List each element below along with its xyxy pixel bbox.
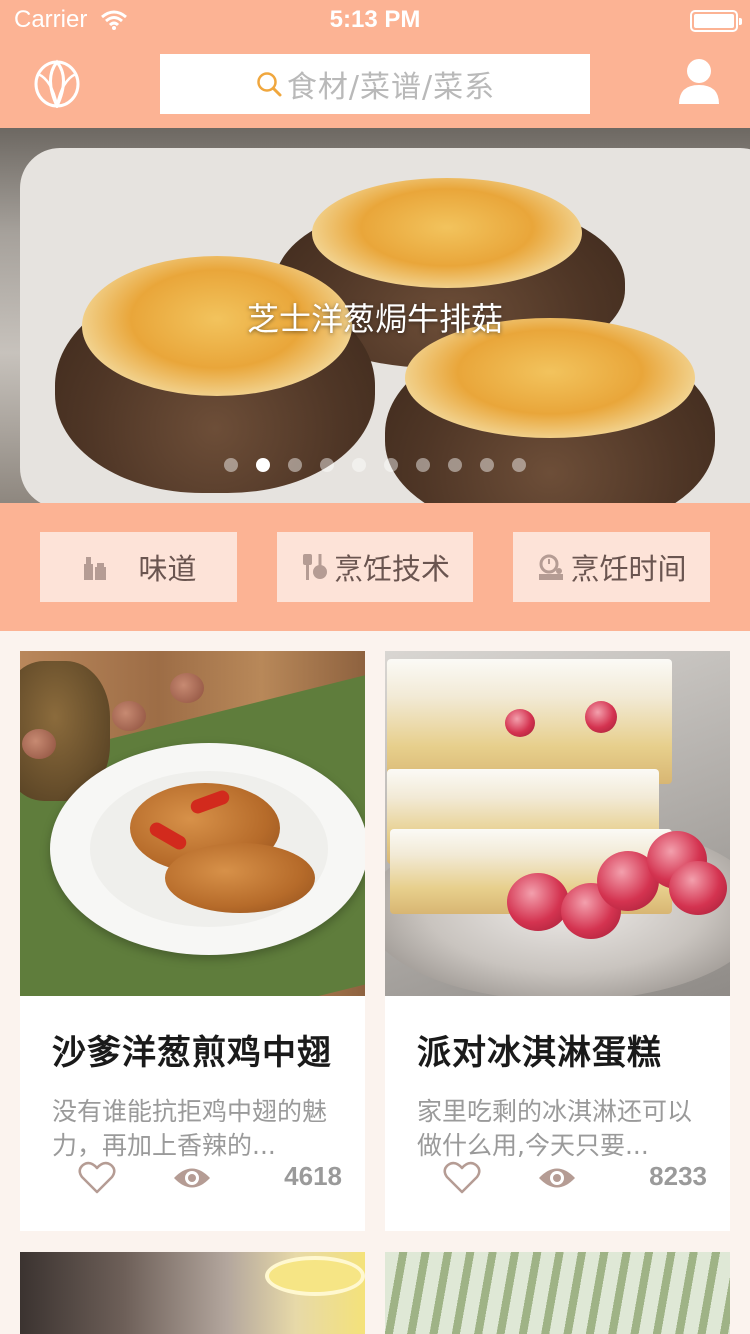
heart-icon[interactable] <box>443 1161 481 1195</box>
carousel-dot[interactable] <box>352 458 366 472</box>
carousel-dot[interactable] <box>384 458 398 472</box>
carousel-dot[interactable] <box>416 458 430 472</box>
eye-icon <box>539 1168 575 1188</box>
recipe-card[interactable]: 派对冰淇淋蛋糕 家里吃剩的冰淇淋还可以做什么用,今天只要... 8233 <box>385 651 730 1231</box>
heart-icon[interactable] <box>78 1161 116 1195</box>
category-button-technique[interactable]: 烹饪技术 <box>277 532 473 602</box>
category-label-time: 烹饪时间 <box>570 552 687 586</box>
recipe-description: 没有谁能抗拒鸡中翅的魅力，再加上香辣的... <box>52 1097 328 1160</box>
carousel-dot[interactable] <box>320 458 334 472</box>
seasoning-bottles-icon <box>84 557 107 580</box>
search-placeholder: 食材/菜谱/菜系 <box>286 70 496 105</box>
category-button-taste[interactable]: 味道 <box>40 532 237 602</box>
recipe-card-partial[interactable] <box>20 1252 365 1334</box>
logo-icon[interactable] <box>32 56 82 108</box>
carousel-dot[interactable] <box>512 458 526 472</box>
category-button-time[interactable]: 烹饪时间 <box>513 532 710 602</box>
search-icon <box>257 72 282 97</box>
category-label-technique: 烹饪技术 <box>333 552 450 586</box>
banner-food-shape <box>312 178 582 288</box>
view-count: 4618 <box>284 1161 342 1191</box>
carousel-dot[interactable] <box>448 458 462 472</box>
user-profile-icon[interactable] <box>678 58 720 106</box>
carousel-dot[interactable] <box>256 458 270 472</box>
recipe-image <box>20 651 365 996</box>
carousel-page-indicator[interactable] <box>224 458 544 472</box>
clock: 5:13 PM <box>329 6 421 33</box>
timer-scale-icon <box>539 554 564 580</box>
recipe-description: 家里吃剩的冰淇淋还可以做什么用,今天只要... <box>417 1097 693 1160</box>
carousel-dot[interactable] <box>224 458 238 472</box>
carousel-dot[interactable] <box>288 458 302 472</box>
search-input[interactable]: 食材/菜谱/菜系 <box>160 54 590 114</box>
eye-icon <box>174 1168 210 1188</box>
carousel-dot[interactable] <box>480 458 494 472</box>
header-bar: Carrier 5:13 PM 食材/菜谱/菜系 <box>0 0 750 128</box>
banner-carousel[interactable]: 芝士洋葱焗牛排菇 <box>0 128 750 503</box>
view-count: 8233 <box>649 1161 707 1191</box>
utensils-icon <box>302 554 327 580</box>
recipe-title: 派对冰淇淋蛋糕 <box>417 1033 662 1073</box>
recipe-card[interactable]: 沙爹洋葱煎鸡中翅 没有谁能抗拒鸡中翅的魅力，再加上香辣的... 4618 <box>20 651 365 1231</box>
banner-title: 芝士洋葱焗牛排菇 <box>246 300 503 338</box>
recipe-image <box>385 651 730 996</box>
status-bar: Carrier 5:13 PM <box>0 0 750 40</box>
category-label-taste: 味道 <box>138 552 197 586</box>
battery-icon <box>690 10 742 32</box>
recipe-title: 沙爹洋葱煎鸡中翅 <box>52 1033 332 1073</box>
category-bar: 味道 烹饪技术 烹饪时间 <box>0 503 750 631</box>
recipe-card-partial[interactable] <box>385 1252 730 1334</box>
